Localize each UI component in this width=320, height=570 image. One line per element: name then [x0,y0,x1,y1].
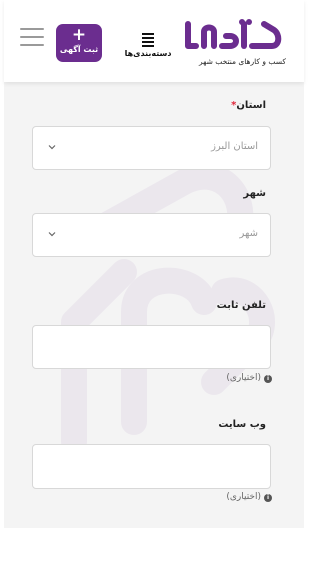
categories-button[interactable]: دسته‌بندی‌ها [120,30,176,60]
add-ad-label: ثبت آگهی [59,45,99,54]
website-input[interactable] [32,444,271,489]
province-select[interactable]: استان البرز [32,126,271,170]
city-select[interactable]: شهر [32,213,271,257]
form-area: استان* استان البرز شهر شهر تلفن ثابت i(ا… [4,82,304,528]
logo-tagline: کسب و کارهای منتخب شهر [198,57,286,66]
categories-label: دسته‌بندی‌ها [124,49,172,58]
province-selected-value: استان البرز [211,141,258,152]
add-ad-button[interactable]: + ثبت آگهی [56,24,102,62]
info-icon: i [264,375,272,383]
hamburger-menu-icon[interactable] [20,28,44,50]
phone-label: تلفن ثابت [216,300,266,311]
site-logo[interactable]: کسب و کارهای منتخب شهر [182,16,286,72]
chevron-down-icon [48,145,56,150]
logo-mark [185,19,282,49]
plus-icon: + [71,25,87,45]
chevron-down-icon [48,232,56,237]
page: + ثبت آگهی دسته‌بندی‌ها کسب و کارهای منت… [0,0,310,570]
province-label: استان* [231,100,266,111]
website-hint: i(اختیاری) [226,492,272,502]
phone-hint: i(اختیاری) [226,373,272,383]
website-label: وب سایت [218,419,266,430]
list-icon [142,33,154,47]
phone-input[interactable] [32,325,271,369]
info-icon: i [264,494,272,502]
city-label: شهر [243,188,266,199]
header: + ثبت آگهی دسته‌بندی‌ها کسب و کارهای منت… [4,0,304,82]
city-placeholder: شهر [239,228,258,239]
